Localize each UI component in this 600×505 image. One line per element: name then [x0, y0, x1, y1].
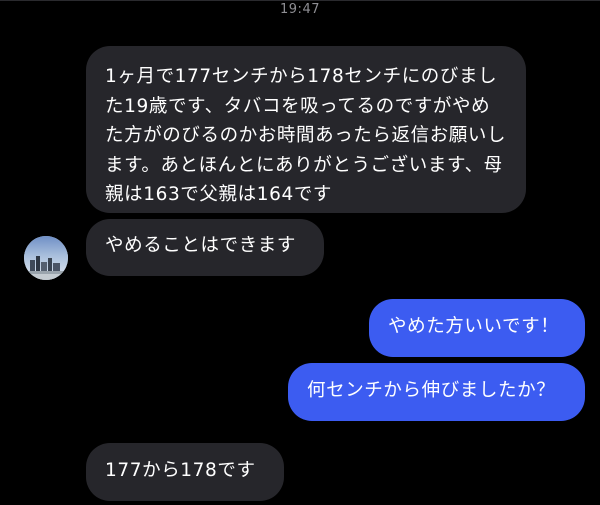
- avatar-image: [24, 236, 68, 280]
- incoming-message-bubble[interactable]: やめることはできます: [86, 219, 324, 276]
- contact-avatar[interactable]: [24, 236, 68, 280]
- outgoing-message-bubble[interactable]: 何センチから伸びましたか？: [288, 363, 585, 421]
- chat-screen: 19:47 1ヶ月で177センチから178センチにのびました19歳です、タバコを…: [0, 0, 600, 505]
- outgoing-message-bubble[interactable]: やめた方いいです！: [369, 299, 585, 357]
- incoming-message-bubble[interactable]: 177から178です: [86, 443, 284, 501]
- message-timestamp: 19:47: [280, 2, 320, 17]
- incoming-message-bubble[interactable]: 1ヶ月で177センチから178センチにのびました19歳です、タバコを吸ってるので…: [86, 46, 526, 213]
- top-divider: [0, 0, 600, 1]
